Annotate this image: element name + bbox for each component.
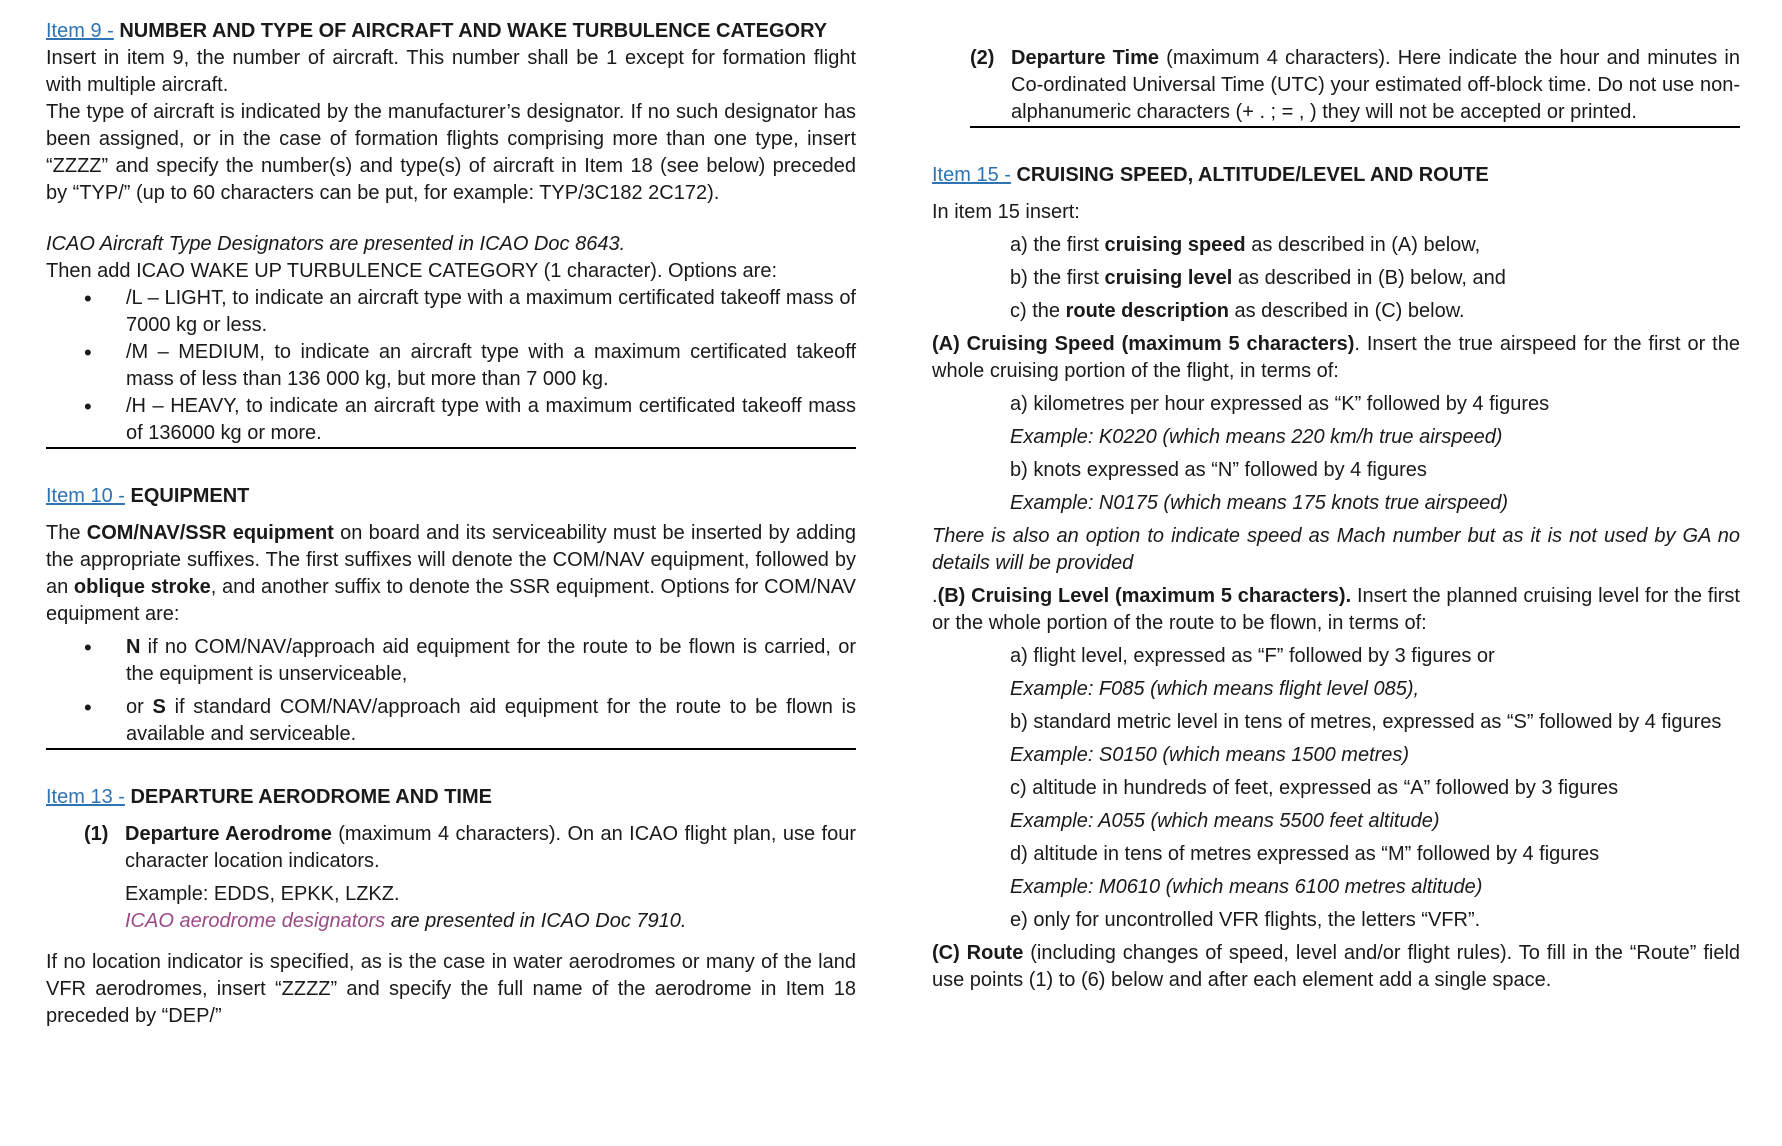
text-span: are presented in ICAO Doc 7910. xyxy=(385,910,687,932)
text-span: or xyxy=(126,696,153,718)
item-9-para-4: Then add ICAO WAKE UP TURBULENCE CATEGOR… xyxy=(46,260,777,282)
text-span: (including changes of speed, level and/o… xyxy=(932,942,1741,991)
text-span: as described in (B) below, and xyxy=(1232,267,1506,289)
item-9-heading: Item 9 - NUMBER AND TYPE OF AIRCRAFT AND… xyxy=(46,18,856,45)
item-15-intro: In item 15 insert: xyxy=(932,201,1080,223)
text-span: COM/NAV/SSR equipment xyxy=(86,522,334,544)
aerodrome-designators-link[interactable]: ICAO aerodrome designators xyxy=(125,910,385,932)
item-15-title: CRUISING SPEED, ALTITUDE/LEVEL AND ROUTE xyxy=(1010,164,1489,186)
text-span: (B) Cruising Level (maximum 5 characters… xyxy=(937,585,1352,607)
item-10-heading: Item 10 - EQUIPMENT xyxy=(46,483,856,510)
speed-example-b: Example: N0175 (which means 175 knots tr… xyxy=(1010,492,1509,514)
cruising-speed-para: (A) Cruising Speed (maximum 5 characters… xyxy=(932,331,1740,385)
level-example-c: Example: A055 (which means 5500 feet alt… xyxy=(1010,810,1440,832)
text-span: The xyxy=(46,522,87,544)
text-span: c) the xyxy=(1010,300,1066,322)
item-13-title: DEPARTURE AERODROME AND TIME xyxy=(124,786,492,808)
mach-note: There is also an option to indicate spee… xyxy=(932,525,1740,574)
item-15-a: a) the first cruising speed as described… xyxy=(932,232,1740,259)
item-10-title: EQUIPMENT xyxy=(124,485,250,507)
level-example-a: Example: F085 (which means flight level … xyxy=(1010,678,1420,700)
text-span: cruising speed xyxy=(1104,234,1246,256)
left-column: Item 9 - NUMBER AND TYPE OF AIRCRAFT AND… xyxy=(46,18,856,1030)
level-example-b: Example: S0150 (which means 1500 metres) xyxy=(1010,744,1410,766)
text-span: b) the first xyxy=(1010,267,1105,289)
item-13-link[interactable]: Item 13 - xyxy=(46,786,125,808)
text-span: Departure Aerodrome xyxy=(125,823,332,845)
text-span: a) the first xyxy=(1010,234,1105,256)
text-span: if standard COM/NAV/approach aid equipme… xyxy=(126,696,857,745)
right-column: (2) Departure Time (maximum 4 characters… xyxy=(932,18,1740,994)
item-15-c: c) the route description as described in… xyxy=(932,298,1740,325)
text-span: N xyxy=(126,636,141,658)
level-option-e: e) only for uncontrolled VFR flights, th… xyxy=(1010,909,1481,931)
item-10-para: The COM/NAV/SSR equipment on board and i… xyxy=(46,520,856,628)
list-item: /H – HEAVY, to indicate an aircraft type… xyxy=(84,393,856,447)
cruising-level-para: .(B) Cruising Level (maximum 5 character… xyxy=(932,583,1740,637)
item-10-link[interactable]: Item 10 - xyxy=(46,485,125,507)
text-span: Departure Time xyxy=(1011,47,1159,69)
speed-option-b: b) knots expressed as “N” followed by 4 … xyxy=(1010,459,1427,481)
text-span: if no COM/NAV/approach aid equipment for… xyxy=(126,636,856,685)
item-13-heading: Item 13 - DEPARTURE AERODROME AND TIME xyxy=(46,784,856,811)
aerodrome-designators-note: ICAO aerodrome designators are presented… xyxy=(46,908,856,935)
level-example-d: Example: M0610 (which means 6100 metres … xyxy=(1010,876,1483,898)
text-span: cruising level xyxy=(1104,267,1233,289)
text-span: (C) Route xyxy=(932,942,1024,964)
item-9-para-2: The type of aircraft is indicated by the… xyxy=(46,101,856,204)
item-9-para-3: ICAO Aircraft Type Designators are prese… xyxy=(46,233,626,255)
wake-category-list: /L – LIGHT, to indicate an aircraft type… xyxy=(46,285,856,449)
item-number: (1) xyxy=(84,823,109,845)
list-item: or S if standard COM/NAV/approach aid eq… xyxy=(84,694,856,748)
level-option-d: d) altitude in tens of metres expressed … xyxy=(1010,843,1600,865)
item-9-link[interactable]: Item 9 - xyxy=(46,20,114,42)
text-span: as described in (C) below. xyxy=(1228,300,1465,322)
text-span: (A) Cruising Speed (maximum 5 characters… xyxy=(932,333,1355,355)
text-span: S xyxy=(152,696,166,718)
list-item: N if no COM/NAV/approach aid equipment f… xyxy=(84,634,856,688)
text-span: as described in (A) below, xyxy=(1245,234,1481,256)
text-span: route description xyxy=(1065,300,1229,322)
list-item: /L – LIGHT, to indicate an aircraft type… xyxy=(84,285,856,339)
item-13-last-para: If no location indicator is specified, a… xyxy=(46,951,856,1027)
item-15-b: b) the first cruising level as described… xyxy=(932,265,1740,292)
level-option-c: c) altitude in hundreds of feet, express… xyxy=(1010,777,1619,799)
item-9-para-1: Insert in item 9, the number of aircraft… xyxy=(46,47,856,96)
aerodrome-example: Example: EDDS, EPKK, LZKZ. xyxy=(125,883,400,905)
speed-example-a: Example: K0220 (which means 220 km/h tru… xyxy=(1010,426,1503,448)
departure-aerodrome-item: (1) Departure Aerodrome (maximum 4 chara… xyxy=(46,821,856,875)
level-option-b: b) standard metric level in tens of metr… xyxy=(1010,711,1722,733)
item-9-title: NUMBER AND TYPE OF AIRCRAFT AND WAKE TUR… xyxy=(113,20,828,42)
item-number: (2) xyxy=(970,47,995,69)
text-span: oblique stroke xyxy=(73,576,211,598)
speed-option-a: a) kilometres per hour expressed as “K” … xyxy=(1010,393,1550,415)
list-item: /M – MEDIUM, to indicate an aircraft typ… xyxy=(84,339,856,393)
level-option-a: a) flight level, expressed as “F” follow… xyxy=(1010,645,1495,667)
equipment-list: N if no COM/NAV/approach aid equipment f… xyxy=(46,634,856,750)
item-15-heading: Item 15 - CRUISING SPEED, ALTITUDE/LEVEL… xyxy=(932,162,1740,189)
item-15-link[interactable]: Item 15 - xyxy=(932,164,1011,186)
route-para: (C) Route (including changes of speed, l… xyxy=(932,940,1740,994)
departure-time-item: (2) Departure Time (maximum 4 characters… xyxy=(970,45,1740,126)
departure-time-block: (2) Departure Time (maximum 4 characters… xyxy=(970,45,1740,128)
